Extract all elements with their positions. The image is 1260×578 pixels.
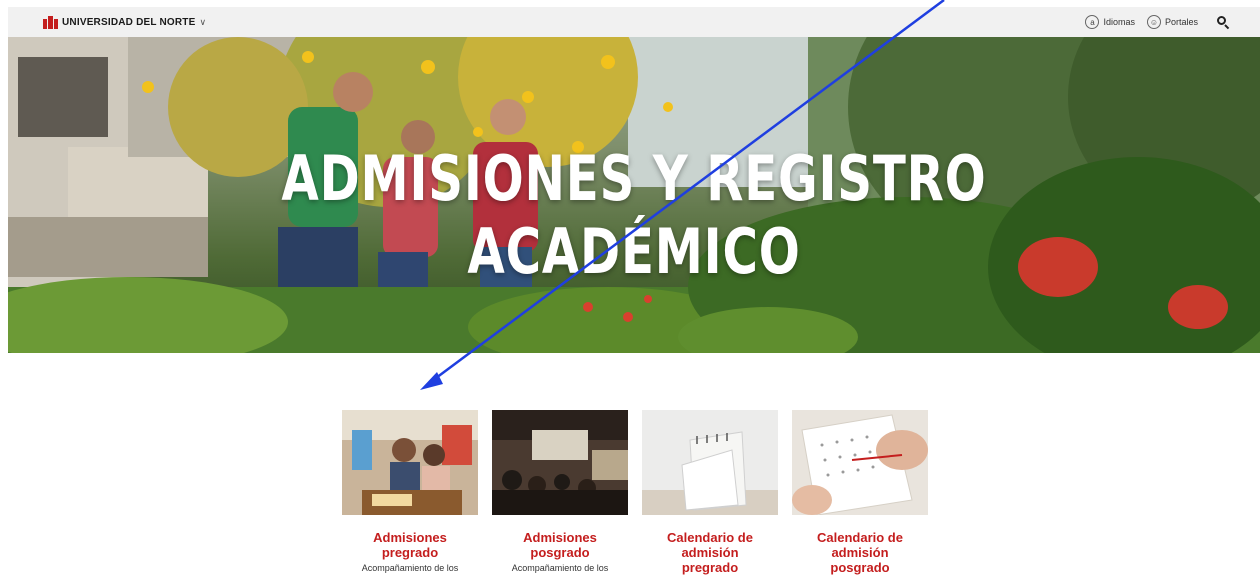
card-title-line: Admisiones xyxy=(373,530,447,545)
language-icon: a xyxy=(1085,15,1100,29)
card-admisiones-pregrado[interactable]: Admisiones pregrado Acompañamiento de lo… xyxy=(342,410,478,575)
user-icon: ☺ xyxy=(1146,15,1161,29)
card-image-students xyxy=(342,410,478,515)
search-icon[interactable] xyxy=(1216,15,1230,30)
card-title-line: posgrado xyxy=(830,560,890,575)
cards-row: Admisiones pregrado Acompañamiento de lo… xyxy=(342,410,942,575)
card-image-calendar-desk xyxy=(642,410,778,515)
card-image-auditorium xyxy=(492,410,628,515)
card-title-line: pregrado xyxy=(681,560,739,575)
card-calendario-posgrado[interactable]: Calendario de admisión posgrado xyxy=(792,410,928,575)
hero-title: ADMISIONES Y REGISTRO ACADÉMICO xyxy=(281,142,987,288)
portals-label: Portales xyxy=(1164,17,1198,27)
university-logo-icon xyxy=(43,15,58,29)
card-title-line: admisión xyxy=(831,545,889,560)
card-description: Acompañamiento de los xyxy=(511,563,609,573)
top-bar: UNIVERSIDAD DEL NORTE ∨ a Idiomas ☺ Port… xyxy=(8,7,1260,37)
brand-name: UNIVERSIDAD DEL NORTE xyxy=(62,16,196,28)
card-title-line: Admisiones xyxy=(523,530,597,545)
card-title-line: admisión xyxy=(681,545,739,560)
card-title-line: posgrado xyxy=(530,545,590,560)
card-title-line: Calendario de xyxy=(667,530,753,545)
portals-link[interactable]: ☺ Portales xyxy=(1146,15,1198,29)
brand-logo-link[interactable]: UNIVERSIDAD DEL NORTE ∨ xyxy=(43,15,206,29)
card-title-line: pregrado xyxy=(381,545,439,560)
card-image-calendar-writing xyxy=(792,410,928,515)
card-description: Acompañamiento de los xyxy=(361,563,459,573)
card-calendario-pregrado[interactable]: Calendario de admisión pregrado xyxy=(642,410,778,575)
hero-banner: ADMISIONES Y REGISTRO ACADÉMICO xyxy=(8,37,1260,353)
chevron-down-icon[interactable]: ∨ xyxy=(199,17,206,28)
card-admisiones-posgrado[interactable]: Admisiones posgrado Acompañamiento de lo… xyxy=(492,410,628,575)
languages-link[interactable]: a Idiomas xyxy=(1085,15,1135,29)
card-title-line: Calendario de xyxy=(817,530,903,545)
languages-label: Idiomas xyxy=(1103,17,1135,27)
